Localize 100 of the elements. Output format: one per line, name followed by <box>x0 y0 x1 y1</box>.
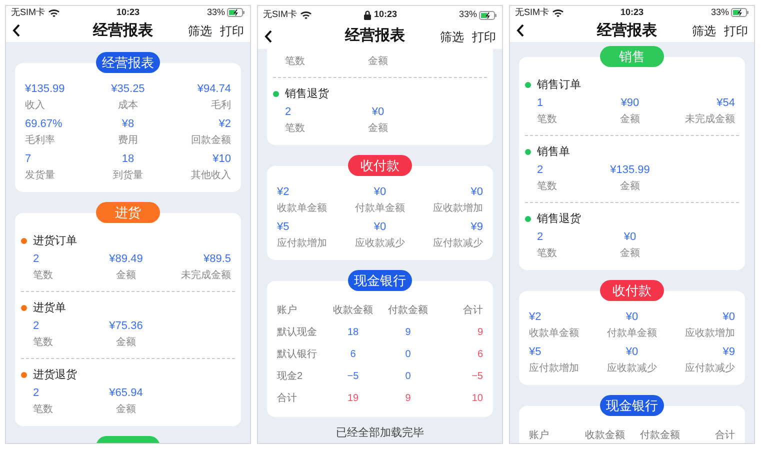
table-cell-text: −5 <box>346 370 360 384</box>
back-icon <box>12 24 21 38</box>
table-cell-text: 合计 <box>277 392 298 406</box>
column-header: 收款金额 <box>584 428 626 442</box>
table-cell-text: 0 <box>404 348 412 362</box>
battery-icon <box>227 8 245 18</box>
section-badge: 现金银行 <box>600 395 664 416</box>
metric-value: ¥0 <box>370 105 386 120</box>
metric-value: 2 <box>285 105 292 120</box>
nav-action[interactable]: 打印 <box>220 22 244 40</box>
metric-label: 金额 <box>619 180 641 194</box>
metric-value: 7 <box>25 152 32 167</box>
metric-label: 应收款减少 <box>606 362 658 376</box>
battery-icon <box>479 10 497 20</box>
metric-value: 2 <box>537 163 544 178</box>
metric-label: 金额 <box>619 246 641 261</box>
metric-value: ¥5 <box>277 220 290 235</box>
carrier-label: 无SIM卡 <box>11 6 46 19</box>
battery-percent: 33% <box>458 8 477 22</box>
metric-value: ¥10 <box>212 152 231 167</box>
table-cell-text: 6 <box>476 348 483 362</box>
table-cell-text: 9 <box>476 326 483 340</box>
metric-label: 毛利率 <box>25 134 56 148</box>
metric-label: 回款金额 <box>190 134 231 148</box>
section-badge: 进货 <box>96 202 160 223</box>
metric-value: 1 <box>537 96 544 111</box>
table-cell-text: 6 <box>349 348 357 362</box>
metric-label: 应付款减少 <box>432 236 483 251</box>
metric-label: 收款单金额 <box>277 202 328 216</box>
metric-value: ¥2 <box>529 310 542 325</box>
metric-value: ¥54 <box>716 96 735 111</box>
metric-label: 应收款减少 <box>354 236 406 251</box>
metric-label: 笔数 <box>537 247 558 261</box>
metric-label: 笔数 <box>537 180 558 194</box>
metric-value: ¥5 <box>529 345 542 360</box>
metric-value: ¥0 <box>622 230 638 245</box>
metric-value: ¥135.99 <box>25 82 66 97</box>
metric-label: 笔数 <box>33 336 54 350</box>
column-header: 账户 <box>529 428 550 442</box>
section-badge: 经营报表 <box>96 52 160 73</box>
metric-value: ¥89.5 <box>202 252 231 267</box>
battery-percent: 33% <box>710 6 729 19</box>
nav-action[interactable]: 打印 <box>472 28 496 46</box>
table-cell-text: 10 <box>470 392 483 406</box>
metric-label: 金额 <box>115 402 137 417</box>
nav-action[interactable]: 筛选 <box>188 22 212 40</box>
metric-label: 金额 <box>115 268 137 283</box>
section-badge: 销售 <box>600 46 664 67</box>
table-cell-text: 默认银行 <box>277 348 318 362</box>
metric-label: 发货量 <box>25 169 56 183</box>
table-cell-text: 默认现金 <box>277 326 318 340</box>
carrier-label: 无SIM卡 <box>263 8 298 22</box>
table-cell-text: 9 <box>404 326 412 340</box>
metric-label: 成本 <box>116 98 139 113</box>
table-cell-text: 19 <box>346 392 360 406</box>
column-header: 收款金额 <box>332 304 374 318</box>
table-cell-text: 现金2 <box>277 370 304 384</box>
page-title: 经营报表 <box>596 20 658 40</box>
metric-label: 应收款增加 <box>684 326 735 341</box>
metric-label: 付款单金额 <box>606 326 658 341</box>
metric-label: 到货量 <box>112 169 144 183</box>
metric-value: ¥0 <box>372 220 388 235</box>
metric-value: 2 <box>33 319 40 334</box>
metric-value: ¥2 <box>277 185 290 200</box>
metric-value: ¥9 <box>722 345 735 360</box>
metric-value: 2 <box>33 386 40 401</box>
back-icon <box>264 30 273 43</box>
metric-label: 金额 <box>367 122 389 136</box>
metric-label: 笔数 <box>33 269 54 283</box>
metric-value: ¥0 <box>722 310 735 325</box>
section-badge: 收付款 <box>348 155 412 176</box>
metric-value: ¥0 <box>624 310 640 325</box>
metric-value: 2 <box>33 252 40 267</box>
group-title: 销售退货 <box>285 86 329 102</box>
metric-label: 其他收入 <box>190 168 231 183</box>
nav-action[interactable]: 筛选 <box>692 22 716 40</box>
metric-value: ¥0 <box>624 345 640 360</box>
metric-label: 未完成金额 <box>180 268 231 283</box>
battery-percent: 33% <box>206 6 225 19</box>
nav-action[interactable]: 筛选 <box>440 28 464 46</box>
metric-value: ¥0 <box>372 185 388 200</box>
metric-value: ¥75.36 <box>108 319 144 334</box>
carrier-label: 无SIM卡 <box>515 6 550 19</box>
column-header: 合计 <box>714 428 735 442</box>
clock-time: 10:23 <box>374 8 398 22</box>
group-title: 进货订单 <box>33 234 77 249</box>
table-cell-text: 0 <box>404 370 412 384</box>
section-badge: 收付款 <box>600 280 664 301</box>
nav-action[interactable]: 打印 <box>724 22 748 40</box>
metric-label: 付款单金额 <box>354 202 406 216</box>
table-cell-text: 18 <box>346 326 360 340</box>
group-title: 进货退货 <box>33 368 77 383</box>
wifi-icon <box>48 8 60 18</box>
page-title: 经营报表 <box>92 20 154 40</box>
metric-value: ¥94.74 <box>196 82 231 97</box>
clock-time: 10:23 <box>116 6 140 19</box>
table-cell-text: −5 <box>470 370 483 384</box>
metric-label: 收入 <box>25 98 46 113</box>
column-header: 账户 <box>277 304 298 318</box>
group-title: 销售退货 <box>537 212 581 227</box>
